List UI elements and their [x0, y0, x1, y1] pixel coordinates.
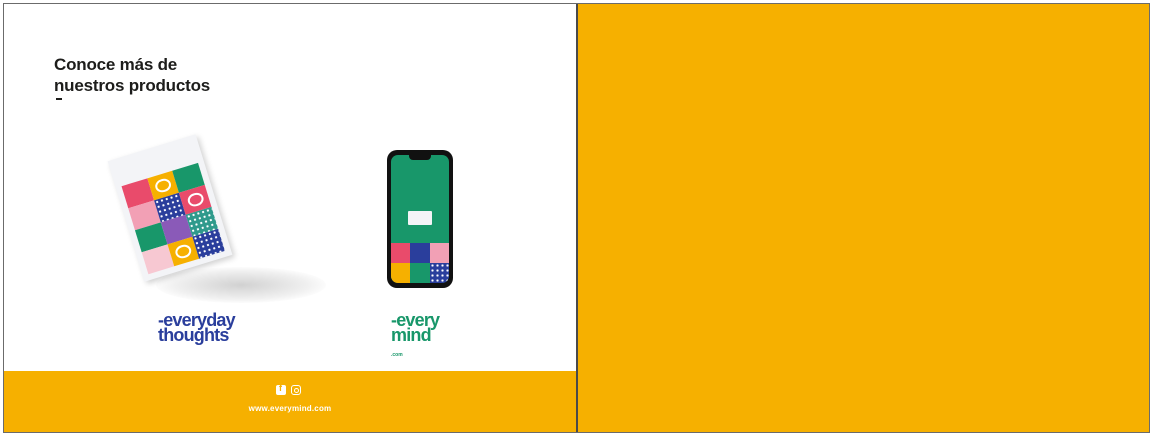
logo-suffix: .com	[391, 352, 403, 358]
brochure-spread: Conoce más de nuestros productos -everyd…	[3, 3, 1150, 433]
instagram-icon[interactable]	[291, 385, 301, 395]
social-links	[276, 383, 301, 395]
phone-pattern	[391, 243, 449, 283]
heading-line-2: nuestros productos	[54, 76, 211, 95]
page-heading: Conoce más de nuestros productos	[54, 54, 210, 96]
left-page: Conoce más de nuestros productos -everyd…	[4, 4, 578, 432]
website-url[interactable]: www.everymind.com	[4, 404, 576, 413]
phone-notch	[409, 155, 431, 160]
magazine-image	[107, 134, 326, 303]
phone-card	[408, 211, 432, 225]
heading-dash	[56, 98, 62, 100]
heading-line-1: Conoce más de	[54, 55, 178, 74]
magazine-pattern	[121, 162, 225, 275]
everymind-logo[interactable]: -every mind .com	[391, 311, 440, 363]
phone-screen	[391, 155, 449, 283]
magazine-shadow	[156, 267, 326, 303]
phone-image	[387, 150, 453, 288]
logo-line-2: mind .com	[391, 325, 432, 358]
magazine-cover	[107, 134, 233, 282]
facebook-icon[interactable]	[276, 383, 286, 395]
logo-line-2: thoughts	[158, 325, 229, 345]
everyday-thoughts-logo[interactable]: -everyday thoughts	[158, 311, 236, 345]
footer-bar: www.everymind.com	[4, 371, 576, 432]
right-page	[578, 4, 1149, 432]
